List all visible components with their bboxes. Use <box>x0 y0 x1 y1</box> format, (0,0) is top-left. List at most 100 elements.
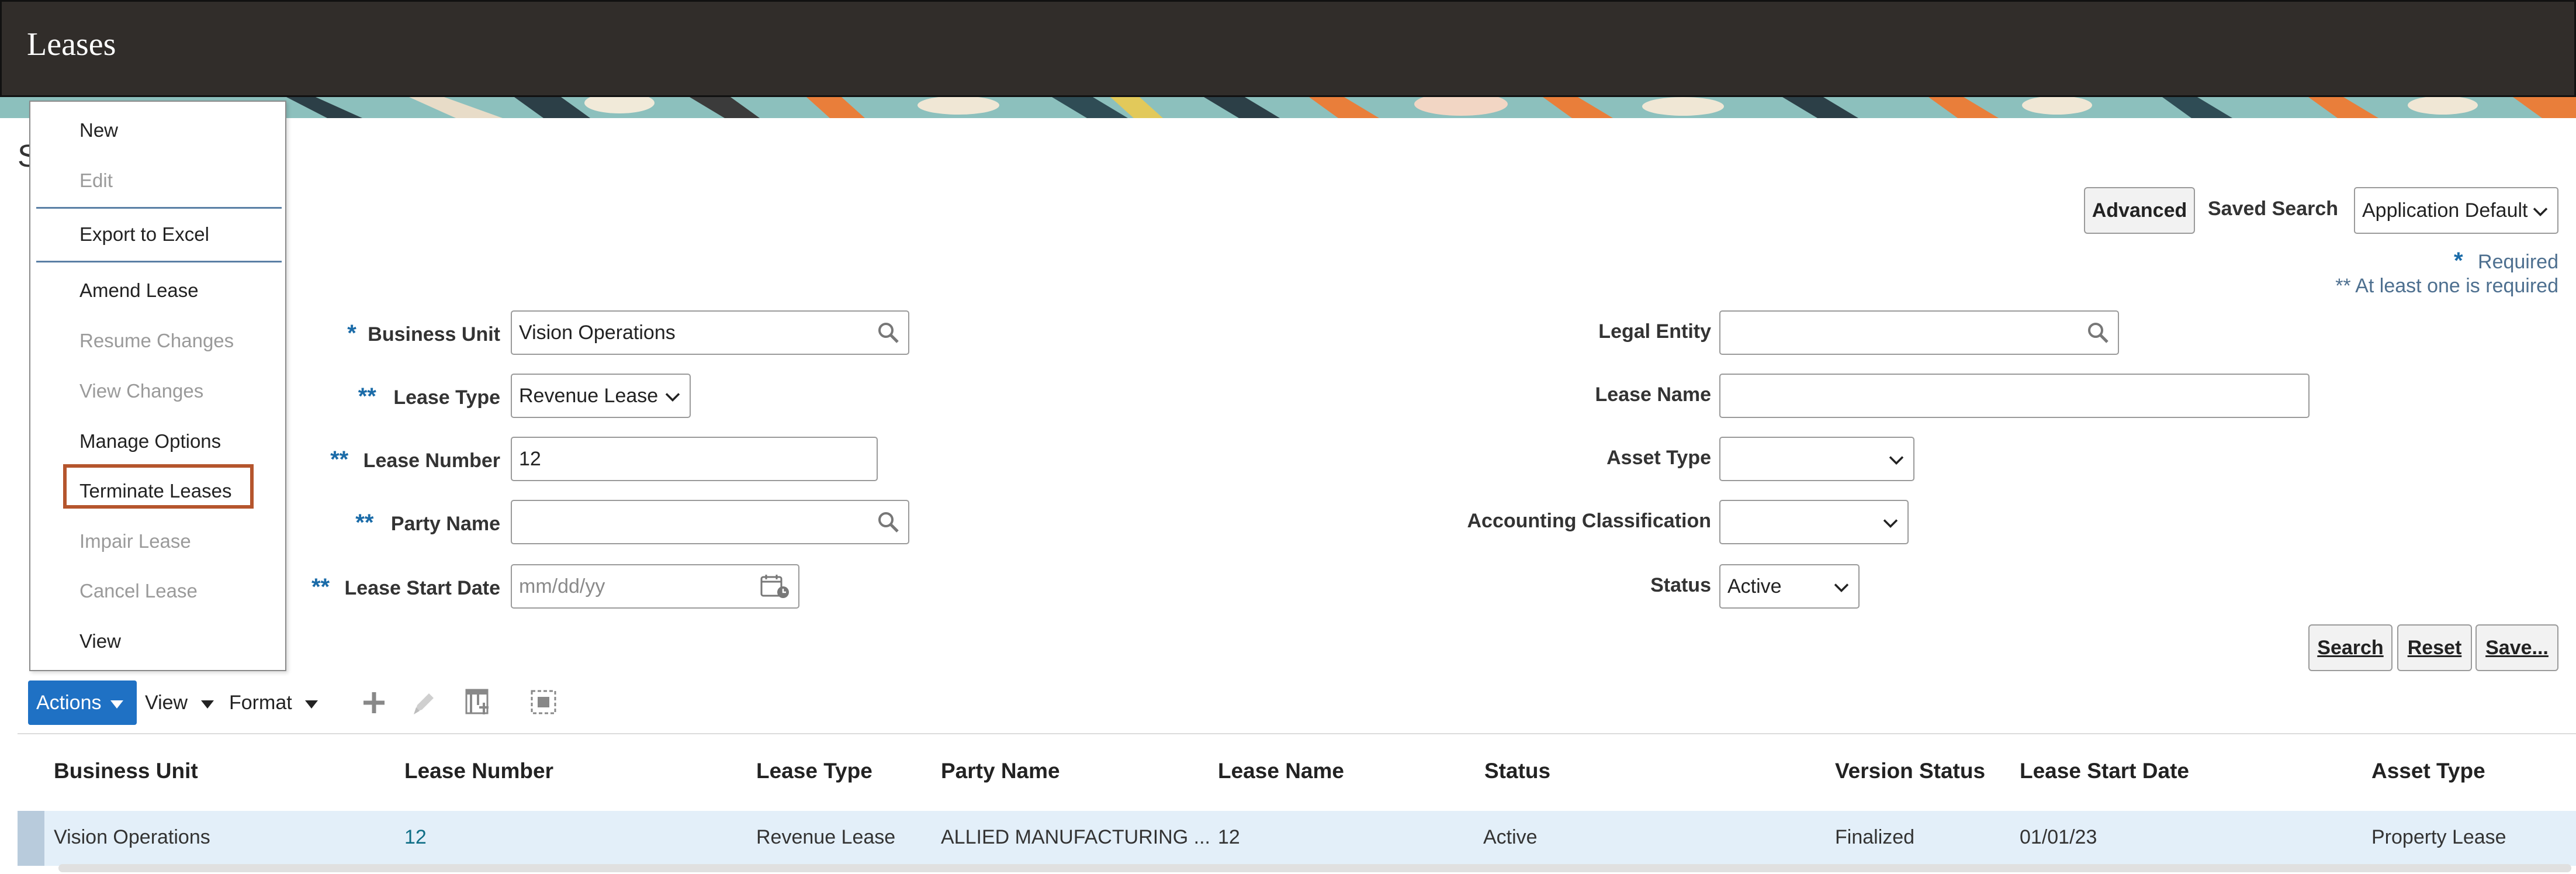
triangle-down-icon <box>200 692 214 714</box>
search-button[interactable]: Search <box>2308 624 2393 671</box>
lease-name-field[interactable] <box>1719 374 2310 418</box>
chevron-down-icon <box>665 385 680 407</box>
saved-search-label: Saved Search <box>2208 198 2339 220</box>
table-top-rule <box>18 733 2576 734</box>
menu-separator <box>36 207 282 209</box>
table-cell: Revenue Lease <box>756 826 896 848</box>
actions-menu-button[interactable]: Actions <box>28 680 137 725</box>
format-menu-button[interactable]: Format <box>229 692 318 714</box>
lease-number-link[interactable]: 12 <box>404 826 427 849</box>
lease-start-date-label: ** Lease Start Date <box>311 574 500 600</box>
menu-item-export-to-excel[interactable]: Export to Excel <box>79 223 209 246</box>
decorative-banner <box>0 97 2576 118</box>
add-icon[interactable] <box>361 690 387 718</box>
column-header[interactable]: Lease Number <box>404 759 553 783</box>
business-unit-field[interactable]: Vision Operations <box>511 310 909 355</box>
table-row[interactable] <box>18 811 2576 866</box>
chevron-down-icon <box>1883 511 1898 534</box>
menu-item-amend-lease[interactable]: Amend Lease <box>79 279 199 302</box>
table-cell: Vision Operations <box>54 826 210 848</box>
column-header[interactable]: Lease Name <box>1218 759 1344 783</box>
saved-search-select[interactable]: Application Default <box>2354 187 2558 234</box>
column-header[interactable]: Version Status <box>1835 759 1985 783</box>
column-header[interactable]: Business Unit <box>54 759 198 783</box>
required-legend: * Required <box>2454 248 2558 274</box>
lease-start-date-label-text: Lease Start Date <box>344 577 500 599</box>
detach-icon[interactable] <box>529 689 558 718</box>
accounting-classification-select[interactable] <box>1719 500 1909 544</box>
at-least-one-marker: ** <box>330 447 349 472</box>
lease-type-select[interactable]: Revenue Lease <box>511 374 691 418</box>
chevron-down-icon <box>2533 199 2548 222</box>
menu-item-new[interactable]: New <box>79 119 118 141</box>
triangle-down-icon <box>304 692 318 714</box>
search-icon[interactable] <box>2086 321 2110 344</box>
lease-type-value: Revenue Lease <box>519 384 659 407</box>
chevron-down-icon <box>1889 448 1904 471</box>
table-cell: 01/01/23 <box>2020 826 2097 848</box>
search-icon[interactable] <box>877 510 900 534</box>
column-header[interactable]: Lease Type <box>756 759 872 783</box>
accounting-classification-label: Accounting Classification <box>1467 510 1712 532</box>
lease-number-value: 12 <box>519 447 541 470</box>
format-label: Format <box>229 692 292 714</box>
required-star: * <box>2453 248 2463 274</box>
asset-type-select[interactable] <box>1719 437 1914 481</box>
table-cell: ALLIED MANUFACTURING ... <box>941 826 1210 848</box>
legal-entity-field[interactable] <box>1719 310 2119 355</box>
app-header <box>0 0 2576 97</box>
menu-item-view-changes: View Changes <box>79 380 204 402</box>
party-name-label: ** Party Name <box>355 510 500 536</box>
at-least-one-marker: ** <box>355 510 374 536</box>
column-header[interactable]: Status <box>1484 759 1550 783</box>
column-header[interactable]: Lease Start Date <box>2020 759 2189 783</box>
at-least-one-marker: ** <box>358 384 376 409</box>
at-least-one-legend: ** At least one is required <box>2335 275 2558 297</box>
freeze-icon[interactable] <box>465 688 493 720</box>
column-header[interactable]: Party Name <box>941 759 1060 783</box>
saved-search-value: Application Default <box>2362 199 2528 222</box>
menu-item-edit: Edit <box>79 170 113 191</box>
view-label: View <box>145 692 188 714</box>
party-name-label-text: Party Name <box>390 513 500 535</box>
menu-item-manage-options[interactable]: Manage Options <box>79 430 221 452</box>
party-name-field[interactable] <box>511 500 909 544</box>
actions-label: Actions <box>36 691 102 714</box>
menu-item-view[interactable]: View <box>79 630 121 652</box>
page-title: Leases <box>27 26 116 63</box>
lease-type-label: ** Lease Type <box>358 384 500 410</box>
horizontal-scrollbar[interactable] <box>58 864 2571 872</box>
required-marker: * <box>347 320 356 346</box>
search-icon[interactable] <box>877 321 900 344</box>
save-button[interactable]: Save... <box>2475 624 2558 671</box>
table-cell: Property Lease <box>2371 826 2506 848</box>
advanced-button[interactable]: Advanced <box>2084 187 2195 234</box>
at-least-one-marker: ** <box>311 574 330 600</box>
table-cell: Finalized <box>1835 826 1915 848</box>
lease-name-label: Lease Name <box>1595 384 1711 406</box>
status-value: Active <box>1727 575 1782 597</box>
lease-number-label-text: Lease Number <box>363 450 500 472</box>
chevron-down-icon <box>1834 575 1849 598</box>
legal-entity-label: Legal Entity <box>1598 320 1711 343</box>
lease-start-date-field[interactable]: mm/dd/yy <box>511 564 799 609</box>
business-unit-label: * Business Unit <box>347 320 500 347</box>
row-selection-marker <box>18 811 44 866</box>
menu-item-resume-changes: Resume Changes <box>79 330 234 351</box>
table-cell: 12 <box>1218 826 1240 848</box>
view-menu-button[interactable]: View <box>145 692 214 714</box>
lease-number-label: ** Lease Number <box>330 447 500 473</box>
lease-number-field[interactable]: 12 <box>511 437 878 481</box>
status-label: Status <box>1650 574 1711 596</box>
reset-button[interactable]: Reset <box>2397 624 2472 671</box>
calendar-icon[interactable] <box>760 574 790 599</box>
asset-type-label: Asset Type <box>1606 447 1711 469</box>
business-unit-value: Vision Operations <box>519 321 676 344</box>
required-text: Required <box>2478 251 2558 273</box>
menu-separator <box>36 261 282 262</box>
business-unit-label-text: Business Unit <box>368 323 500 346</box>
status-select[interactable]: Active <box>1719 564 1860 609</box>
column-header[interactable]: Asset Type <box>2371 759 2485 783</box>
edit-icon[interactable] <box>410 690 437 720</box>
lease-type-label-text: Lease Type <box>393 386 500 409</box>
